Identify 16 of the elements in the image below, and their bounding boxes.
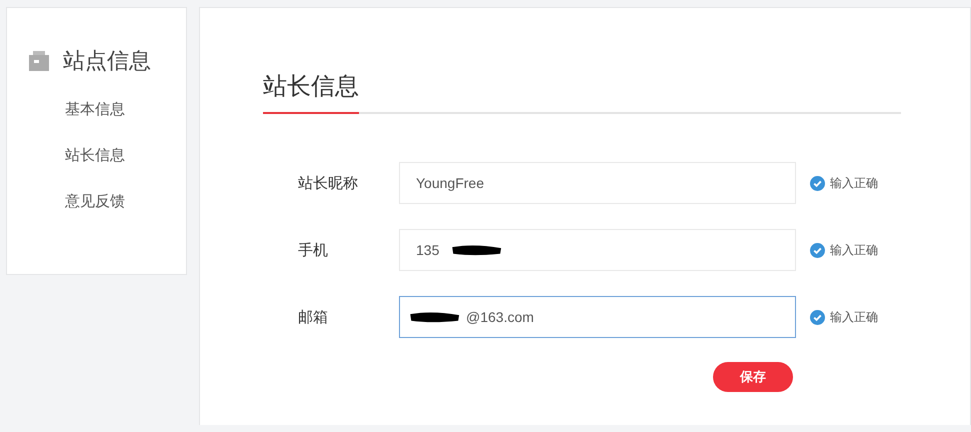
input-field[interactable]: 135 (399, 229, 796, 271)
input-field[interactable]: YoungFree (399, 162, 796, 204)
sidebar-item[interactable]: 基本信息 (65, 96, 186, 142)
field-label: 邮箱 (298, 308, 329, 326)
status-text: 输入正确 (830, 308, 878, 326)
sidebar-item[interactable]: 意见反馈 (65, 188, 186, 234)
input-field[interactable]: @163.com (399, 296, 796, 338)
field-label: 手机 (298, 240, 329, 260)
sidebar-title: 站点信息 (63, 48, 151, 76)
status-text: 输入正确 (830, 174, 878, 192)
field-label: 站长昵称 (298, 174, 359, 192)
status-text: 输入正确 (830, 242, 878, 258)
sidebar-item[interactable]: 站长信息 (65, 142, 186, 188)
folder-icon (29, 51, 49, 71)
save-button[interactable]: 保存 (713, 362, 793, 392)
page-title: 站长信息 (263, 70, 359, 114)
